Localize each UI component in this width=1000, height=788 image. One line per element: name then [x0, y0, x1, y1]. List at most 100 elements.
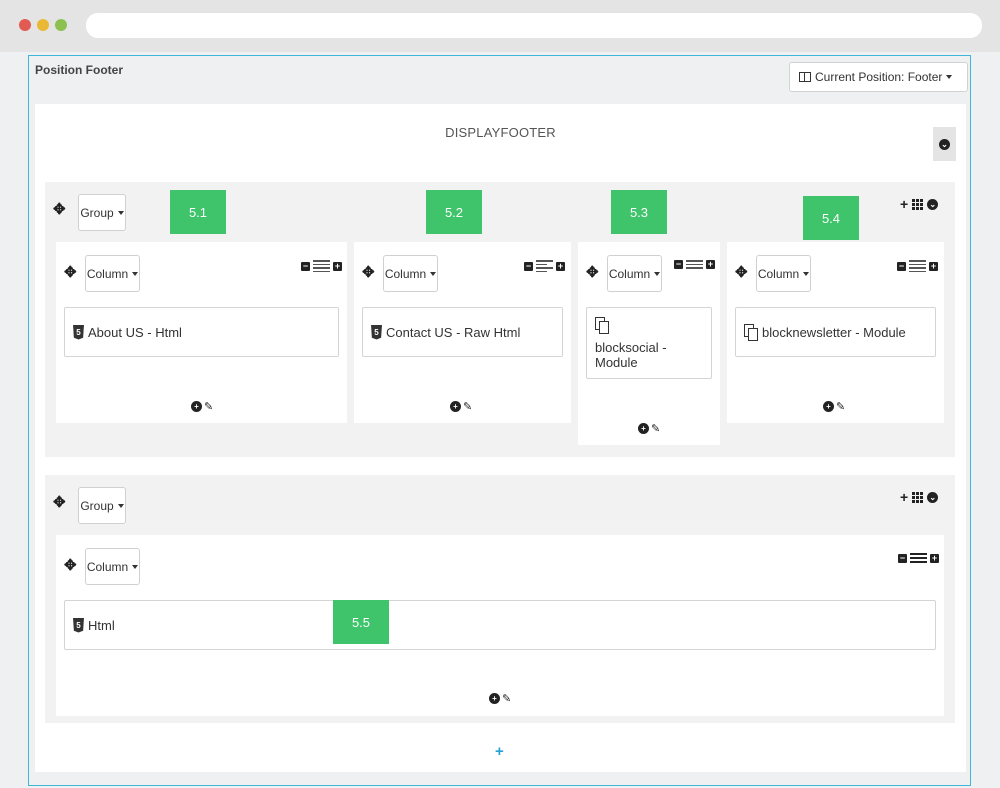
- add-column-icon[interactable]: +: [900, 489, 908, 505]
- module-blocksocial[interactable]: blocksocial - Module: [586, 307, 712, 379]
- position-frame: Position Footer Current Position: Footer…: [28, 55, 971, 786]
- plus-square-icon[interactable]: +: [930, 553, 939, 563]
- module-about-us[interactable]: 5 About US - Html: [64, 307, 339, 357]
- column-3: ✥ Column − + blocksocial - Module + ✎: [578, 242, 720, 445]
- chevron-circle-icon[interactable]: ⌄: [927, 491, 939, 503]
- move-icon[interactable]: ✥: [64, 558, 77, 573]
- pencil-icon[interactable]: ✎: [502, 692, 511, 705]
- pencil-icon[interactable]: ✎: [651, 422, 660, 435]
- caret-down-icon: [654, 271, 661, 276]
- plus-square-icon[interactable]: +: [333, 261, 342, 271]
- plus-circle-icon[interactable]: +: [191, 401, 202, 412]
- column-dropdown[interactable]: Column: [383, 255, 438, 292]
- column-label: Column: [384, 266, 427, 281]
- column-dropdown[interactable]: Column: [85, 255, 140, 292]
- column-actions: + ✎: [450, 400, 472, 413]
- plus-square-icon[interactable]: +: [556, 261, 565, 271]
- width-lines-icon[interactable]: [536, 260, 553, 272]
- plus-circle-icon[interactable]: +: [638, 423, 649, 434]
- minus-square-icon[interactable]: −: [524, 261, 533, 271]
- column-tools: − +: [674, 260, 715, 269]
- column-dropdown[interactable]: Column: [756, 255, 811, 292]
- grid-icon[interactable]: [912, 491, 924, 503]
- move-icon[interactable]: ✥: [586, 265, 599, 280]
- page: Position Footer Current Position: Footer…: [0, 52, 1000, 788]
- pencil-icon[interactable]: ✎: [836, 400, 845, 413]
- move-icon[interactable]: ✥: [64, 265, 77, 280]
- minus-square-icon[interactable]: −: [897, 261, 906, 271]
- html5-icon: 5: [371, 324, 382, 340]
- move-icon[interactable]: ✥: [735, 265, 748, 280]
- move-icon[interactable]: ✥: [362, 265, 375, 280]
- column-tools: − +: [897, 260, 938, 272]
- caret-down-icon: [430, 271, 437, 276]
- minus-square-icon[interactable]: −: [898, 553, 907, 563]
- move-icon[interactable]: ✥: [53, 202, 66, 217]
- column-tools: − +: [524, 260, 565, 272]
- module-html[interactable]: 5 Html: [64, 600, 936, 650]
- column-label: Column: [86, 266, 129, 281]
- group-tools: + ⌄: [900, 196, 939, 212]
- caret-down-icon: [117, 210, 124, 215]
- move-icon[interactable]: ✥: [53, 495, 66, 510]
- minus-square-icon[interactable]: −: [301, 261, 310, 271]
- step-badge: 5.4: [803, 196, 859, 240]
- module-contact-us[interactable]: 5 Contact US - Raw Html: [362, 307, 563, 357]
- column-actions: + ✎: [191, 400, 213, 413]
- minus-square-icon[interactable]: −: [674, 260, 683, 269]
- column-tools: − +: [301, 260, 342, 272]
- column-label: Column: [86, 559, 129, 574]
- plus-circle-icon[interactable]: +: [489, 693, 500, 704]
- module-blocknewsletter[interactable]: blocknewsletter - Module: [735, 307, 936, 357]
- width-lines-icon[interactable]: [910, 553, 927, 563]
- module-label: About US - Html: [88, 324, 182, 340]
- current-position-dropdown[interactable]: Current Position: Footer: [789, 62, 968, 92]
- pencil-icon[interactable]: ✎: [204, 400, 213, 413]
- plus-circle-icon[interactable]: +: [823, 401, 834, 412]
- column-actions: + ✎: [638, 422, 660, 435]
- maximize-window-icon[interactable]: [55, 19, 67, 31]
- width-lines-icon[interactable]: [909, 260, 926, 272]
- group-tools: + ⌄: [900, 489, 939, 505]
- close-window-icon[interactable]: [19, 19, 31, 31]
- plus-square-icon[interactable]: +: [929, 261, 938, 271]
- width-lines-icon[interactable]: [686, 260, 703, 269]
- copy-icon: [744, 323, 758, 341]
- plus-square-icon[interactable]: +: [706, 260, 715, 269]
- group-dropdown[interactable]: Group: [78, 194, 126, 231]
- step-badge: 5.3: [611, 190, 667, 234]
- group-dropdown[interactable]: Group: [78, 487, 126, 524]
- module-label: Contact US - Raw Html: [386, 324, 521, 340]
- pencil-icon[interactable]: ✎: [463, 400, 472, 413]
- grid-icon[interactable]: [912, 198, 924, 210]
- group-label: Group: [80, 205, 114, 220]
- column-actions: + ✎: [823, 400, 845, 413]
- width-lines-icon[interactable]: [313, 260, 330, 272]
- html5-icon: 5: [73, 324, 84, 340]
- add-group-icon[interactable]: +: [495, 743, 504, 760]
- column-tools: − +: [898, 553, 939, 563]
- add-column-icon[interactable]: +: [900, 196, 908, 212]
- chevron-circle-icon[interactable]: ⌄: [927, 198, 939, 210]
- column-dropdown[interactable]: Column: [85, 548, 140, 585]
- column-1: ✥ Column − + 5 About US - Html + ✎: [56, 242, 347, 423]
- column-5: ✥ Column − + 5 Html + ✎: [56, 535, 944, 716]
- column-dropdown[interactable]: Column: [607, 255, 662, 292]
- module-label: Html: [88, 617, 115, 633]
- caret-down-icon: [117, 503, 124, 508]
- column-label: Column: [757, 266, 800, 281]
- copy-icon: [595, 316, 609, 334]
- group-label: Group: [80, 498, 114, 513]
- caret-down-icon: [946, 75, 953, 79]
- step-badge: 5.5: [333, 600, 389, 644]
- current-position-label: Current Position: Footer: [815, 70, 943, 84]
- group-2: ✥ Group + ⌄ ✥ Column − + 5 Html + ✎ 5.5: [45, 475, 955, 723]
- browser-chrome: [0, 0, 1000, 52]
- step-badge: 5.2: [426, 190, 482, 234]
- address-bar[interactable]: [86, 13, 982, 38]
- minimize-window-icon[interactable]: [37, 19, 49, 31]
- columns-icon: [799, 72, 811, 82]
- step-badge: 5.1: [170, 190, 226, 234]
- plus-circle-icon[interactable]: +: [450, 401, 461, 412]
- collapse-hook-button[interactable]: ⌄: [933, 127, 956, 161]
